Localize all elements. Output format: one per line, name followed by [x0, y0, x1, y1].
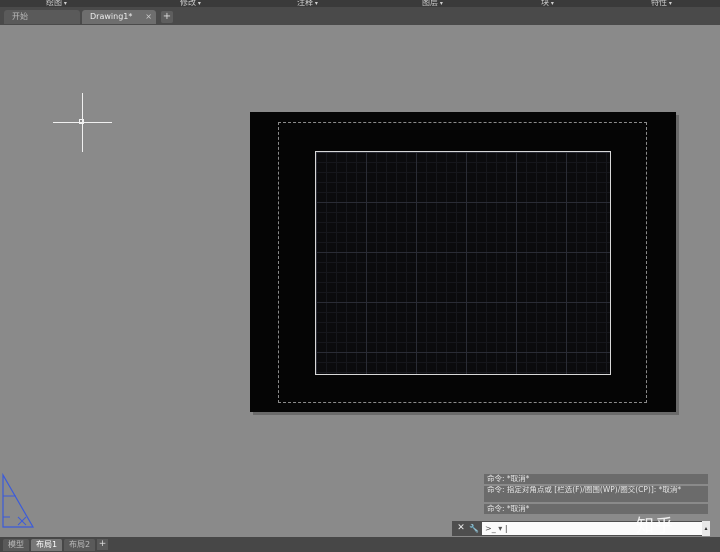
tab-drawing1[interactable]: Drawing1* ×: [82, 10, 156, 24]
ribbon-panel-titles: 绘图 修改 注释 图层 块 特性: [0, 0, 720, 7]
tab-start-label: 开始: [12, 12, 28, 21]
layout-paper-sheet[interactable]: [250, 112, 676, 412]
command-prompt-icon[interactable]: >_ ▾: [485, 524, 502, 533]
tab-layout2[interactable]: 布局2: [64, 539, 96, 551]
tab-model[interactable]: 模型: [3, 539, 29, 551]
ribbon-panel-annotate[interactable]: 注释: [297, 0, 318, 7]
new-layout-button[interactable]: +: [97, 539, 108, 550]
ribbon-panel-properties[interactable]: 特性: [651, 0, 672, 7]
ribbon-panel-block[interactable]: 块: [541, 0, 554, 7]
new-tab-button[interactable]: +: [161, 11, 173, 23]
close-command-line-icon[interactable]: ✕: [455, 522, 467, 535]
customize-wrench-icon[interactable]: 🔧: [468, 522, 480, 535]
text-cursor: |: [504, 524, 508, 533]
layout-tab-bar: 模型 布局1 布局2 +: [0, 537, 720, 552]
tab-layout1[interactable]: 布局1: [31, 539, 63, 551]
tab-start[interactable]: 开始: [4, 10, 80, 24]
command-history-line: 命令: *取消*: [484, 474, 708, 484]
command-history: 命令: *取消* 命令: 指定对角点或 [栏选(F)/圈围(WP)/圈交(CP)…: [484, 474, 708, 516]
command-history-toggle-icon[interactable]: ▴: [702, 521, 710, 536]
ribbon-panel-draw[interactable]: 绘图: [46, 0, 67, 7]
layout-viewport[interactable]: [315, 151, 611, 375]
tab-drawing1-label: Drawing1*: [90, 12, 133, 21]
command-history-line: 命令: *取消*: [484, 504, 708, 514]
ribbon-panel-modify[interactable]: 修改: [180, 0, 201, 7]
command-history-line: 命令: 指定对角点或 [栏选(F)/圈围(WP)/圈交(CP)]: *取消*: [484, 486, 708, 502]
close-icon[interactable]: ×: [145, 10, 152, 24]
ucs-icon: [2, 473, 35, 528]
watermark-logo: 知乎: [636, 516, 674, 537]
crosshair-pickbox-icon: [79, 119, 84, 124]
file-tab-bar: 开始 Drawing1* × +: [0, 7, 720, 25]
ribbon-panel-layers[interactable]: 图层: [422, 0, 443, 7]
